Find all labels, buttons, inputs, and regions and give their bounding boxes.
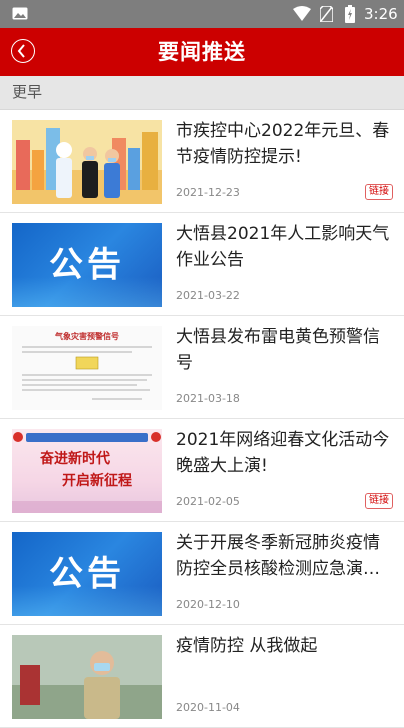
battery-icon [345,5,355,23]
link-badge: 链接 [365,184,393,200]
news-item[interactable]: 气象灾害预警信号 大悟县发布雷电黄色预警信号 2021-03-18 [0,316,404,419]
news-thumbnail: 奋进新时代 开启新征程 [12,429,162,513]
news-title: 市疾控中心2022年元旦、春节疫情防控提示! [176,121,390,167]
notice-banner: 公告 [12,223,162,307]
news-thumbnail: 气象灾害预警信号 [12,326,162,410]
news-title: 关于开展冬季新冠肺炎疫情防控全员核酸检测应急演练的通知 [176,533,380,579]
thumbnail-text: 奋进新时代 [40,451,110,467]
news-title: 大悟县发布雷电黄色预警信号 [176,327,380,373]
news-date: 2021-12-23 [176,186,240,199]
news-thumbnail: 公告 [12,223,162,307]
news-item[interactable]: 市疾控中心2022年元旦、春节疫情防控提示! 2021-12-23 链接 [0,110,404,213]
section-header: 更早 [0,76,404,110]
link-badge: 链接 [365,493,393,509]
news-thumbnail: 公告 [12,532,162,616]
news-title: 大悟县2021年人工影响天气作业公告 [176,224,390,270]
notice-banner: 公告 [12,532,162,616]
image-icon [12,7,28,20]
news-item[interactable]: 疫情防控 从我做起 2020-11-04 [0,625,404,728]
section-label: 更早 [12,83,43,101]
news-date: 2020-12-10 [176,598,240,611]
news-date: 2021-02-05 [176,495,240,508]
thumbnail-text: 公告 [49,245,125,285]
news-item[interactable]: 奋进新时代 开启新征程 2021年网络迎春文化活动今晚盛大上演! 2021-02… [0,419,404,522]
masked-person-photo [12,635,162,719]
thumbnail-text: 开启新征程 [62,473,132,489]
news-date: 2021-03-22 [176,289,240,302]
news-item[interactable]: 公告 大悟县2021年人工影响天气作业公告 2021-03-22 [0,213,404,316]
epidemic-illustration [12,120,162,204]
news-list: 市疾控中心2022年元旦、春节疫情防控提示! 2021-12-23 链接 公告 … [0,110,404,728]
news-title: 2021年网络迎春文化活动今晚盛大上演! [176,430,390,476]
app-bar: 要闻推送 [0,28,404,76]
warning-document: 气象灾害预警信号 [12,326,162,410]
news-thumbnail [12,120,162,204]
news-date: 2021-03-18 [176,392,240,405]
status-time: 3:26 [364,5,398,23]
spring-festival-poster: 奋进新时代 开启新征程 [12,429,162,513]
thumbnail-text: 公告 [49,554,125,594]
news-item[interactable]: 公告 关于开展冬季新冠肺炎疫情防控全员核酸检测应急演练的通知 2020-12-1… [0,522,404,625]
no-sim-icon [320,6,333,22]
status-bar: 3:26 [0,0,404,28]
page-title: 要闻推送 [158,40,246,64]
wifi-icon [293,6,311,21]
news-date: 2020-11-04 [176,701,240,714]
news-title: 疫情防控 从我做起 [176,636,318,656]
news-thumbnail [12,635,162,719]
